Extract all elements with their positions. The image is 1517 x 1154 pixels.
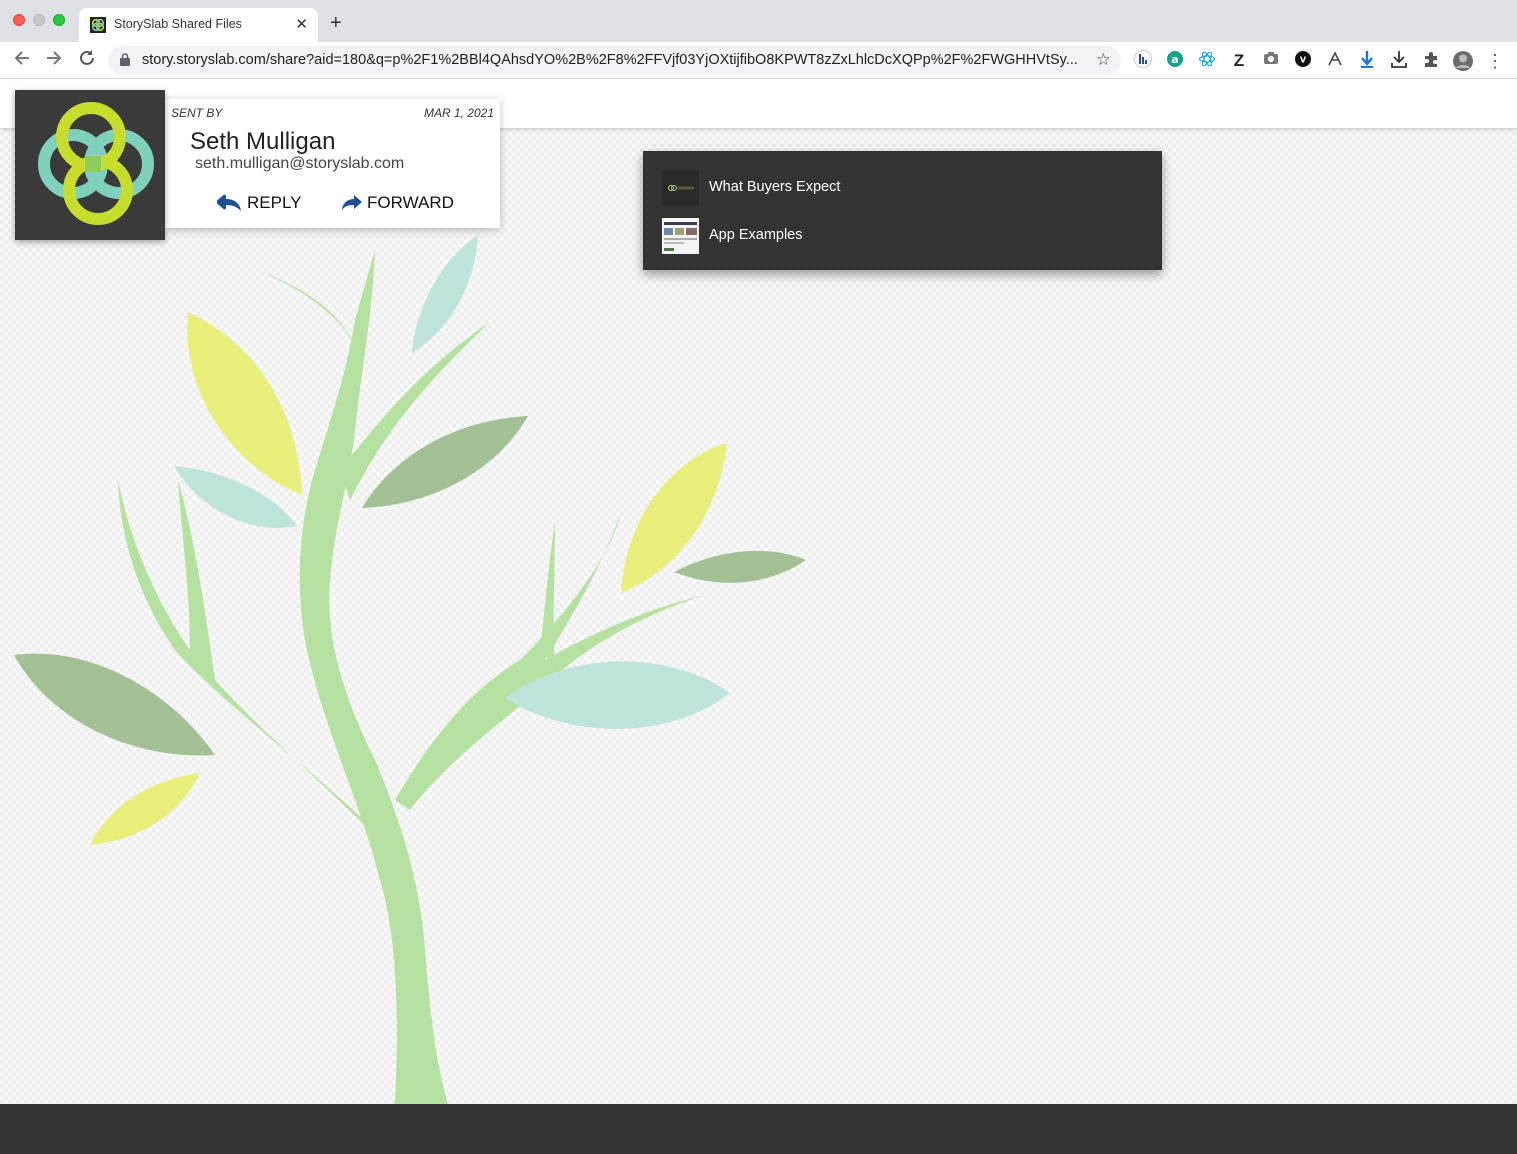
address-bar[interactable]: story.storyslab.com/share?aid=180&q=p%2F… — [108, 46, 1121, 75]
browser-tab[interactable]: StorySlab Shared Files ✕ — [79, 8, 318, 42]
vimeo-extension-icon[interactable]: V — [1292, 50, 1314, 72]
reply-all-icon — [217, 194, 241, 211]
page-footer-bar — [0, 1104, 1517, 1154]
sender-email[interactable]: seth.mulligan@storyslab.com — [195, 155, 404, 173]
reload-icon[interactable] — [78, 49, 96, 72]
storyslab-favicon-icon — [90, 17, 106, 33]
forward-arrow-icon — [342, 195, 362, 211]
browser-toolbar: story.storyslab.com/share?aid=180&q=p%2F… — [0, 42, 1517, 79]
hubspot-extension-icon[interactable] — [1132, 50, 1154, 72]
zotero-extension-icon[interactable]: Z — [1228, 50, 1250, 72]
camera-extension-icon[interactable] — [1260, 50, 1282, 72]
minimize-window-button[interactable] — [33, 14, 45, 26]
storyslab-logo — [15, 90, 165, 240]
file-title: What Buyers Expect — [709, 179, 841, 195]
profile-avatar-icon[interactable] — [1452, 50, 1474, 72]
share-page: SENT BY MAR 1, 2021 Seth Mulligan seth.m… — [0, 80, 1517, 1154]
sender-card: SENT BY MAR 1, 2021 Seth Mulligan seth.m… — [165, 99, 500, 228]
bookmark-star-icon[interactable]: ☆ — [1096, 50, 1111, 70]
reply-label: REPLY — [247, 193, 302, 212]
sender-name: Seth Mulligan — [190, 128, 336, 155]
file-item-what-buyers-expect[interactable]: What Buyers Expect — [662, 170, 1142, 206]
browser-menu-icon[interactable]: ⋮ — [1484, 50, 1506, 72]
sent-by-label: SENT BY — [171, 106, 223, 120]
svg-text:V: V — [1300, 56, 1307, 65]
storyslab-logo-icon — [38, 102, 154, 225]
download-icon[interactable] — [1388, 50, 1410, 72]
forward-arrow-icon[interactable] — [45, 49, 63, 72]
close-window-button[interactable] — [13, 14, 25, 26]
font-extension-icon[interactable] — [1324, 50, 1346, 72]
storyslab-thumbnail-icon — [662, 170, 699, 206]
grammarly-extension-icon[interactable]: a — [1164, 50, 1186, 72]
sent-date: MAR 1, 2021 — [423, 106, 494, 120]
svg-text:a: a — [1171, 53, 1178, 66]
forward-label: FORWARD — [367, 193, 454, 212]
maximize-window-button[interactable] — [53, 14, 65, 26]
extensions-puzzle-icon[interactable] — [1420, 50, 1442, 72]
react-devtools-icon[interactable] — [1196, 50, 1218, 72]
new-tab-button[interactable]: + — [330, 12, 342, 35]
forward-button[interactable]: FORWARD — [341, 193, 454, 213]
shared-files-panel: What Buyers Expect App Examples — [643, 151, 1162, 270]
tab-title: StorySlab Shared Files — [114, 17, 242, 31]
lock-icon — [120, 53, 130, 66]
close-tab-icon[interactable]: ✕ — [295, 15, 308, 33]
browser-tab-bar: StorySlab Shared Files ✕ + — [0, 0, 1517, 42]
file-title: App Examples — [709, 227, 803, 243]
download-blue-icon[interactable] — [1356, 50, 1378, 72]
screenshot-thumbnail-icon — [662, 218, 699, 254]
back-arrow-icon[interactable] — [13, 49, 31, 72]
reply-button[interactable]: REPLY — [217, 193, 302, 213]
url-text: story.storyslab.com/share?aid=180&q=p%2F… — [142, 52, 1078, 68]
file-item-app-examples[interactable]: App Examples — [662, 218, 1142, 254]
